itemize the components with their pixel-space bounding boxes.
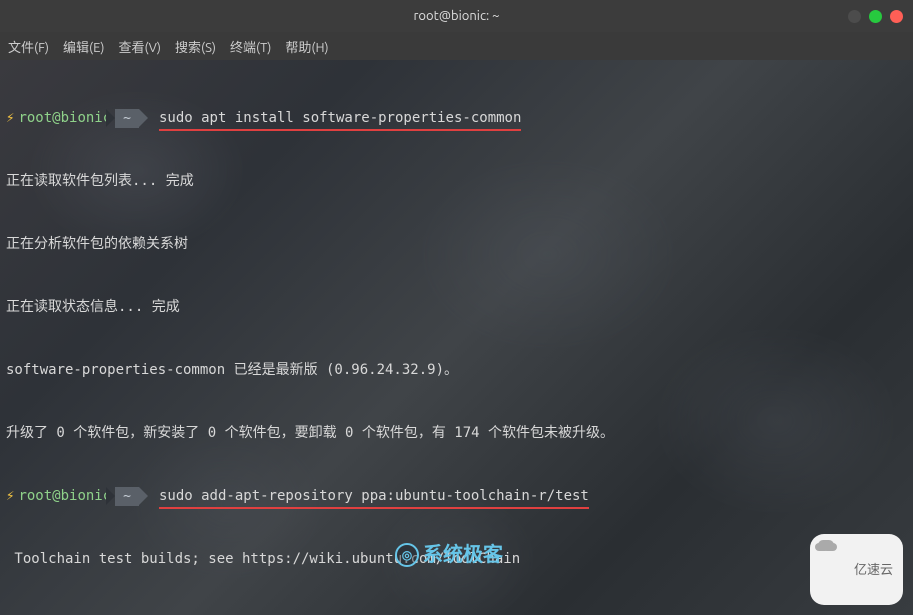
menubar: 文件(F) 编辑(E) 查看(V) 搜索(S) 终端(T) 帮助(H) [0,32,913,60]
cloud-badge: 亿速云 [810,534,903,605]
menu-view[interactable]: 查看(V) [119,37,161,56]
watermark-text: 系统极客 [423,545,503,566]
output-line: 正在分析软件包的依赖关系树 [6,234,907,255]
menu-file[interactable]: 文件(F) [8,37,49,56]
command-2: sudo add-apt-repository ppa:ubuntu-toolc… [159,486,589,507]
cwd-badge: ~ [115,109,139,128]
output-line: 正在读取软件包列表... 完成 [6,171,907,192]
menu-terminal[interactable]: 终端(T) [230,37,271,56]
prompt-separator: ~ [115,487,139,506]
maximize-button[interactable] [869,10,882,23]
prompt-separator: ~ [115,109,139,128]
window-controls [848,10,903,23]
cwd-badge: ~ [115,487,139,506]
output-line: 正在读取状态信息... 完成 [6,297,907,318]
menu-edit[interactable]: 编辑(E) [63,37,104,56]
cloud-badge-text: 亿速云 [854,562,893,577]
command-1: sudo apt install software-properties-com… [159,108,521,129]
bolt-icon: ⚡ [6,486,14,507]
bolt-icon: ⚡ [6,108,14,129]
minimize-button[interactable] [848,10,861,23]
output-line: 升级了 0 个软件包，新安装了 0 个软件包，要卸载 0 个软件包，有 174 … [6,423,907,444]
prompt-line-2: ⚡ root@bionic ~ sudo add-apt-repository … [6,486,907,507]
close-button[interactable] [890,10,903,23]
prompt-line-1: ⚡ root@bionic ~ sudo apt install softwar… [6,108,907,129]
user-host: root@bionic [18,108,111,129]
window-title: root@bionic: ~ [413,9,499,23]
watermark: ◎ 系统极客 [395,543,503,567]
menu-help[interactable]: 帮助(H) [285,37,328,56]
user-host: root@bionic [18,486,111,507]
titlebar: root@bionic: ~ [0,0,913,32]
output-line: software-properties-common 已经是最新版 (0.96.… [6,360,907,381]
menu-search[interactable]: 搜索(S) [175,37,216,56]
terminal-area[interactable]: ⚡ root@bionic ~ sudo apt install softwar… [0,60,913,615]
watermark-icon: ◎ [395,543,419,567]
